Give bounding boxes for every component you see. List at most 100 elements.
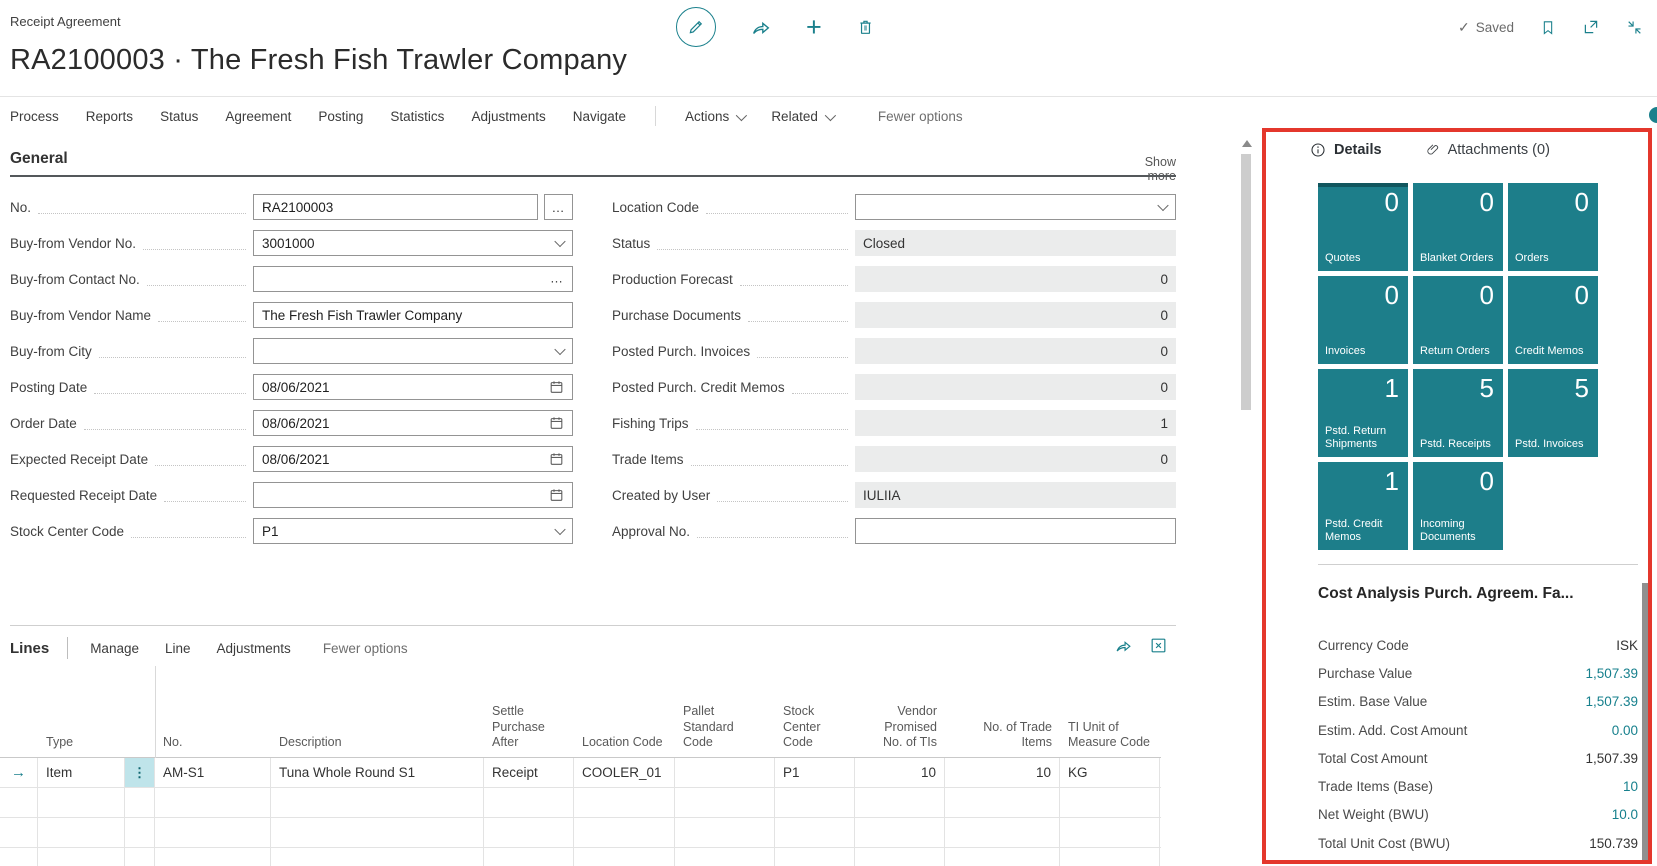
menu-status[interactable]: Status [160,109,198,124]
cue-return-orders[interactable]: 0Return Orders [1413,276,1503,364]
order-date-input[interactable]: 08/06/2021 [253,410,573,436]
col-pallet-standard-code[interactable]: Pallet Standard Code [675,704,775,757]
cue-pstd-return-shipments[interactable]: 1Pstd. Return Shipments [1318,369,1408,457]
cue-invoices[interactable]: 0Invoices [1318,276,1408,364]
menu-statistics[interactable]: Statistics [390,109,444,124]
location-code-input[interactable] [855,194,1176,220]
ellipsis-icon[interactable]: … [550,270,564,285]
lines-fewer-options-link[interactable]: Fewer options [323,641,408,656]
open-in-new-window-button[interactable] [1582,18,1600,36]
empty-table-row[interactable] [0,848,1161,866]
cue-pstd-receipts[interactable]: 5Pstd. Receipts [1413,369,1503,457]
col-vendor-promised-no-of-tis[interactable]: Vendor Promised No. of TIs [855,704,945,757]
cell-vendor-promised-no-of-tis[interactable]: 10 [855,758,945,787]
bookmark-button[interactable] [1540,18,1556,37]
row-menu-button[interactable]: ⋮ [125,758,155,787]
cell-description[interactable]: Tuna Whole Round S1 [271,758,484,787]
saved-label: Saved [1476,20,1514,35]
menu-reports[interactable]: Reports [86,109,133,124]
factbox-scrollbar[interactable] [1642,583,1650,860]
buy-from-vendor-name-input[interactable]: The Fresh Fish Trawler Company [253,302,573,328]
menu-navigate[interactable]: Navigate [573,109,626,124]
col-ti-unit-of-measure-code[interactable]: TI Unit of Measure Code [1060,720,1160,757]
calendar-icon[interactable] [549,488,564,503]
calendar-icon[interactable] [549,452,564,467]
cell-location-code[interactable]: COOLER_01 [574,758,675,787]
chevron-down-icon[interactable] [556,349,564,354]
field-purchase-documents: Purchase Documents 0 [612,302,1176,328]
main-scrollbar[interactable] [1241,154,1251,410]
calendar-icon[interactable] [549,416,564,431]
share-icon[interactable] [1114,636,1133,655]
no-assist-button[interactable]: … [544,194,573,220]
cue-incoming-documents[interactable]: 0Incoming Documents [1413,462,1503,550]
cue-pstd-credit-memos[interactable]: 1Pstd. Credit Memos [1318,462,1408,550]
col-settle-purchase-after[interactable]: Settle Purchase After [484,704,574,757]
stock-center-code-input[interactable]: P1 [253,518,573,544]
menu-related[interactable]: Related [771,109,833,124]
col-stock-center-code[interactable]: Stock Center Code [775,704,855,757]
menu-posting[interactable]: Posting [318,109,363,124]
col-no-of-trade-items[interactable]: No. of Trade Items [945,720,1060,757]
cell-no-of-trade-items[interactable]: 10 [945,758,1060,787]
general-right-column: Location Code Status Closed Production F… [612,194,1176,554]
lines-menu-manage[interactable]: Manage [90,641,139,656]
menu-actions[interactable]: Actions [685,109,744,124]
edit-button[interactable] [676,7,716,47]
empty-table-row[interactable] [0,788,1161,818]
buy-from-vendor-no-input[interactable]: 3001000 [253,230,573,256]
buy-from-contact-no-input[interactable]: … [253,266,573,292]
cell-pallet-standard-code[interactable] [675,758,775,787]
tab-details-label: Details [1334,142,1382,158]
chevron-down-icon[interactable] [556,241,564,246]
open-in-excel-icon[interactable] [1149,636,1168,655]
cue-quotes[interactable]: 0Quotes [1318,183,1408,271]
col-no[interactable]: No. [155,735,271,757]
buy-from-city-input[interactable] [253,338,573,364]
delete-button[interactable] [856,17,875,37]
tab-attachments[interactable]: Attachments (0) [1426,142,1550,158]
cost-analysis-rows: Currency CodeISK Purchase Value1,507.39 … [1318,631,1638,857]
chevron-down-icon[interactable] [556,529,564,534]
cue-pstd-invoices[interactable]: 5Pstd. Invoices [1508,369,1598,457]
chevron-down-icon[interactable] [1159,205,1167,210]
lines-menu-adjustments[interactable]: Adjustments [217,641,291,656]
fewer-options-link[interactable]: Fewer options [878,109,963,124]
lines-menu-line[interactable]: Line [165,641,191,656]
col-type[interactable]: Type [38,735,125,757]
expected-receipt-date-input[interactable]: 08/06/2021 [253,446,573,472]
cost-row-estim-base-value: Estim. Base Value1,507.39 [1318,688,1638,716]
share-button[interactable] [750,16,772,38]
requested-receipt-date-input[interactable] [253,482,573,508]
cue-credit-memos[interactable]: 0Credit Memos [1508,276,1598,364]
no-input[interactable]: RA2100003 [253,194,538,220]
created-by-user-value: IULIIA [855,482,1176,508]
cue-blanket-orders[interactable]: 0Blanket Orders [1413,183,1503,271]
cell-no[interactable]: AM-S1 [155,758,271,787]
cell-type[interactable]: Item [38,758,125,787]
scrollbar-up-arrow[interactable] [1242,140,1252,147]
menu-agreement[interactable]: Agreement [225,109,291,124]
approval-no-input[interactable] [855,518,1176,544]
cell-stock-center-code[interactable]: P1 [775,758,855,787]
posting-date-input[interactable]: 08/06/2021 [253,374,573,400]
minimize-button[interactable] [1626,19,1643,36]
notification-dot [1649,107,1657,123]
table-row[interactable]: → Item ⋮ AM-S1 Tuna Whole Round S1 Recei… [0,758,1161,788]
menu-process[interactable]: Process [10,109,59,124]
cell-ti-unit-of-measure-code[interactable]: KG [1060,758,1160,787]
field-production-forecast: Production Forecast 0 [612,266,1176,292]
col-description[interactable]: Description [271,735,484,757]
empty-table-row[interactable] [0,818,1161,848]
field-order-date: Order Date 08/06/2021 [10,410,573,436]
calendar-icon[interactable] [549,380,564,395]
cue-orders[interactable]: 0Orders [1508,183,1598,271]
field-created-by-user: Created by User IULIIA [612,482,1176,508]
cell-settle-purchase-after[interactable]: Receipt [484,758,574,787]
new-button[interactable]: + [806,14,822,41]
menu-adjustments[interactable]: Adjustments [471,109,545,124]
bookmark-icon [1540,18,1556,37]
show-more-link[interactable]: Show more [1118,155,1176,183]
col-location-code[interactable]: Location Code [574,735,675,757]
tab-details[interactable]: Details [1310,142,1382,158]
